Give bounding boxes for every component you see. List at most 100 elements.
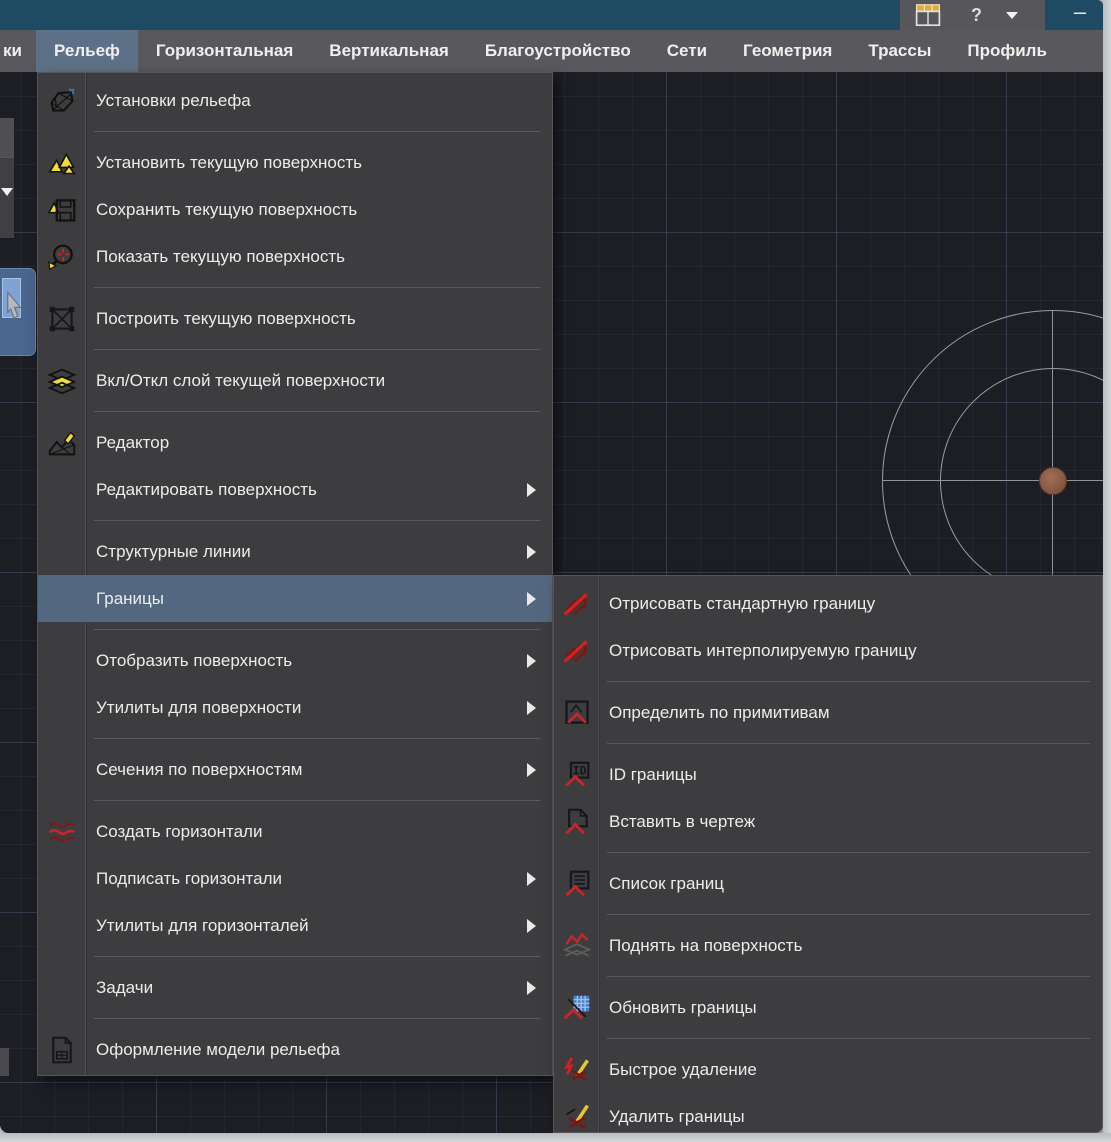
menu-item-label: Поднять на поверхность (599, 936, 802, 956)
menu-item[interactable]: Границы (38, 575, 552, 622)
menu-item[interactable]: IDID границы (554, 751, 1102, 798)
menu-separator (94, 629, 540, 630)
menu-separator (94, 411, 540, 412)
create-contours-icon (38, 818, 86, 846)
submenu-arrow-icon (527, 592, 536, 606)
menu-item-label: Отрисовать интерполируемую границу (599, 641, 917, 661)
menu-item[interactable]: Задачи (38, 964, 552, 1011)
build-current-surface-icon (38, 305, 86, 333)
delete-boundaries-icon (554, 1103, 599, 1131)
menu-separator (94, 956, 540, 957)
left-panel-fragment-bottom (0, 1048, 9, 1076)
menu-item[interactable]: Отобразить поверхность (38, 637, 552, 684)
menu-item-label: Сохранить текущую поверхность (86, 200, 357, 220)
window-layout-icon[interactable] (913, 3, 943, 27)
menu-item[interactable]: Обновить границы (554, 984, 1102, 1031)
menu-separator (607, 852, 1090, 853)
menu-item[interactable]: Сохранить текущую поверхность (38, 186, 552, 233)
minimize-button[interactable]: – (1063, 0, 1097, 28)
menu-item-label: Вкл/Откл слой текущей поверхности (86, 371, 385, 391)
toggle-surface-layer-icon (38, 367, 86, 395)
menu-item[interactable]: Установить текущую поверхность (38, 139, 552, 186)
relief-settings-icon (38, 87, 86, 115)
menu-item-label: Построить текущую поверхность (86, 309, 356, 329)
menu-item-label: Границы (86, 589, 164, 609)
show-current-surface-icon (38, 243, 86, 271)
cursor-arrow-icon (4, 291, 24, 321)
menu-item[interactable]: Отрисовать стандартную границу (554, 580, 1102, 627)
menu-item[interactable]: Утилиты для горизонталей (38, 902, 552, 949)
help-dropdown-icon[interactable] (1006, 12, 1018, 19)
menu-item-label: Редактировать поверхность (86, 480, 317, 500)
menu-item[interactable]: Построить текущую поверхность (38, 295, 552, 342)
relief-dropdown-menu: Установки рельефа Установить текущую пове… (37, 72, 553, 1076)
help-button[interactable]: ? (971, 5, 982, 26)
menu-item[interactable]: Вкл/Откл слой текущей поверхности (38, 357, 552, 404)
menu-item[interactable]: Удалить границы (554, 1093, 1102, 1133)
menu-item[interactable]: Список границ (554, 860, 1102, 907)
menubar-item[interactable]: Трассы (850, 30, 949, 72)
menubar-item[interactable]: ки (0, 30, 36, 72)
menu-separator (94, 1018, 540, 1019)
submenu-arrow-icon (527, 872, 536, 886)
menu-item-label: Редактор (86, 433, 169, 453)
menu-separator (94, 131, 540, 132)
menubar-item[interactable]: Вертикальная (311, 30, 467, 72)
menu-item[interactable]: Утилиты для поверхности (38, 684, 552, 731)
menubar-item[interactable]: Рельеф (36, 30, 138, 72)
draw-interpolated-boundary-icon (554, 637, 599, 665)
menu-separator (607, 743, 1090, 744)
menu-item[interactable]: Сечения по поверхностям (38, 746, 552, 793)
application-window: ? – киРельефГоризонтальнаяВертикальнаяБл… (0, 0, 1103, 1133)
submenu-arrow-icon (527, 701, 536, 715)
left-panel-fragment (0, 118, 14, 157)
menu-item[interactable]: Создать горизонтали (38, 808, 552, 855)
left-combobox-fragment[interactable] (0, 157, 14, 238)
quick-delete-icon (554, 1056, 599, 1084)
menu-item-label: Установки рельефа (86, 91, 251, 111)
menu-item-label: Удалить границы (599, 1107, 745, 1127)
menu-item[interactable]: Установки рельефа (38, 77, 552, 124)
menu-item[interactable]: Поднять на поверхность (554, 922, 1102, 969)
menu-item[interactable]: Вставить в чертеж (554, 798, 1102, 845)
titlebar-tool-cluster: ? (900, 0, 1045, 30)
menu-item[interactable]: Определить по примитивам (554, 689, 1102, 736)
screenshot-root: { "titlebar": { "help_label": "?", "mini… (0, 0, 1111, 1142)
menubar-item[interactable]: Геометрия (725, 30, 850, 72)
menu-separator (607, 914, 1090, 915)
menu-separator (94, 800, 540, 801)
menu-item[interactable]: Оформление модели рельефа (38, 1026, 552, 1073)
menu-item[interactable]: Редактировать поверхность (38, 466, 552, 513)
menu-item[interactable]: Структурные линии (38, 528, 552, 575)
save-current-surface-icon (38, 196, 86, 224)
draw-standard-boundary-icon (554, 590, 599, 618)
menu-separator (607, 976, 1090, 977)
menubar-item[interactable]: Горизонтальная (138, 30, 311, 72)
insert-into-drawing-icon (554, 808, 599, 836)
menu-item-label: Задачи (86, 978, 153, 998)
submenu-arrow-icon (527, 654, 536, 668)
menu-item[interactable]: Показать текущую поверхность (38, 233, 552, 280)
menu-item[interactable]: Быстрое удаление (554, 1046, 1102, 1093)
menubar-item[interactable]: Профиль (949, 30, 1065, 72)
menu-item[interactable]: Отрисовать интерполируемую границу (554, 627, 1102, 674)
menubar-item[interactable]: Благоустройство (467, 30, 649, 72)
submenu-arrow-icon (527, 545, 536, 559)
submenu-arrow-icon (527, 763, 536, 777)
select-tool-button[interactable] (0, 268, 36, 356)
menubar-item[interactable]: Сети (649, 30, 725, 72)
menu-separator (94, 520, 540, 521)
title-bar: ? – (0, 0, 1103, 30)
menu-item-label: Быстрое удаление (599, 1060, 757, 1080)
menu-item[interactable]: Подписать горизонтали (38, 855, 552, 902)
boundary-id-icon: ID (554, 761, 599, 789)
menu-item[interactable]: Редактор (38, 419, 552, 466)
relief-model-design-icon (38, 1036, 86, 1064)
boundaries-submenu: Отрисовать стандартную границу Отрисовать… (553, 575, 1103, 1133)
drawing-crosshair-horizontal (882, 480, 1103, 481)
menu-separator (94, 738, 540, 739)
menu-item-label: Подписать горизонтали (86, 869, 282, 889)
menu-separator (94, 349, 540, 350)
menu-item-label: Утилиты для горизонталей (86, 916, 309, 936)
menu-item-label: Создать горизонтали (86, 822, 262, 842)
